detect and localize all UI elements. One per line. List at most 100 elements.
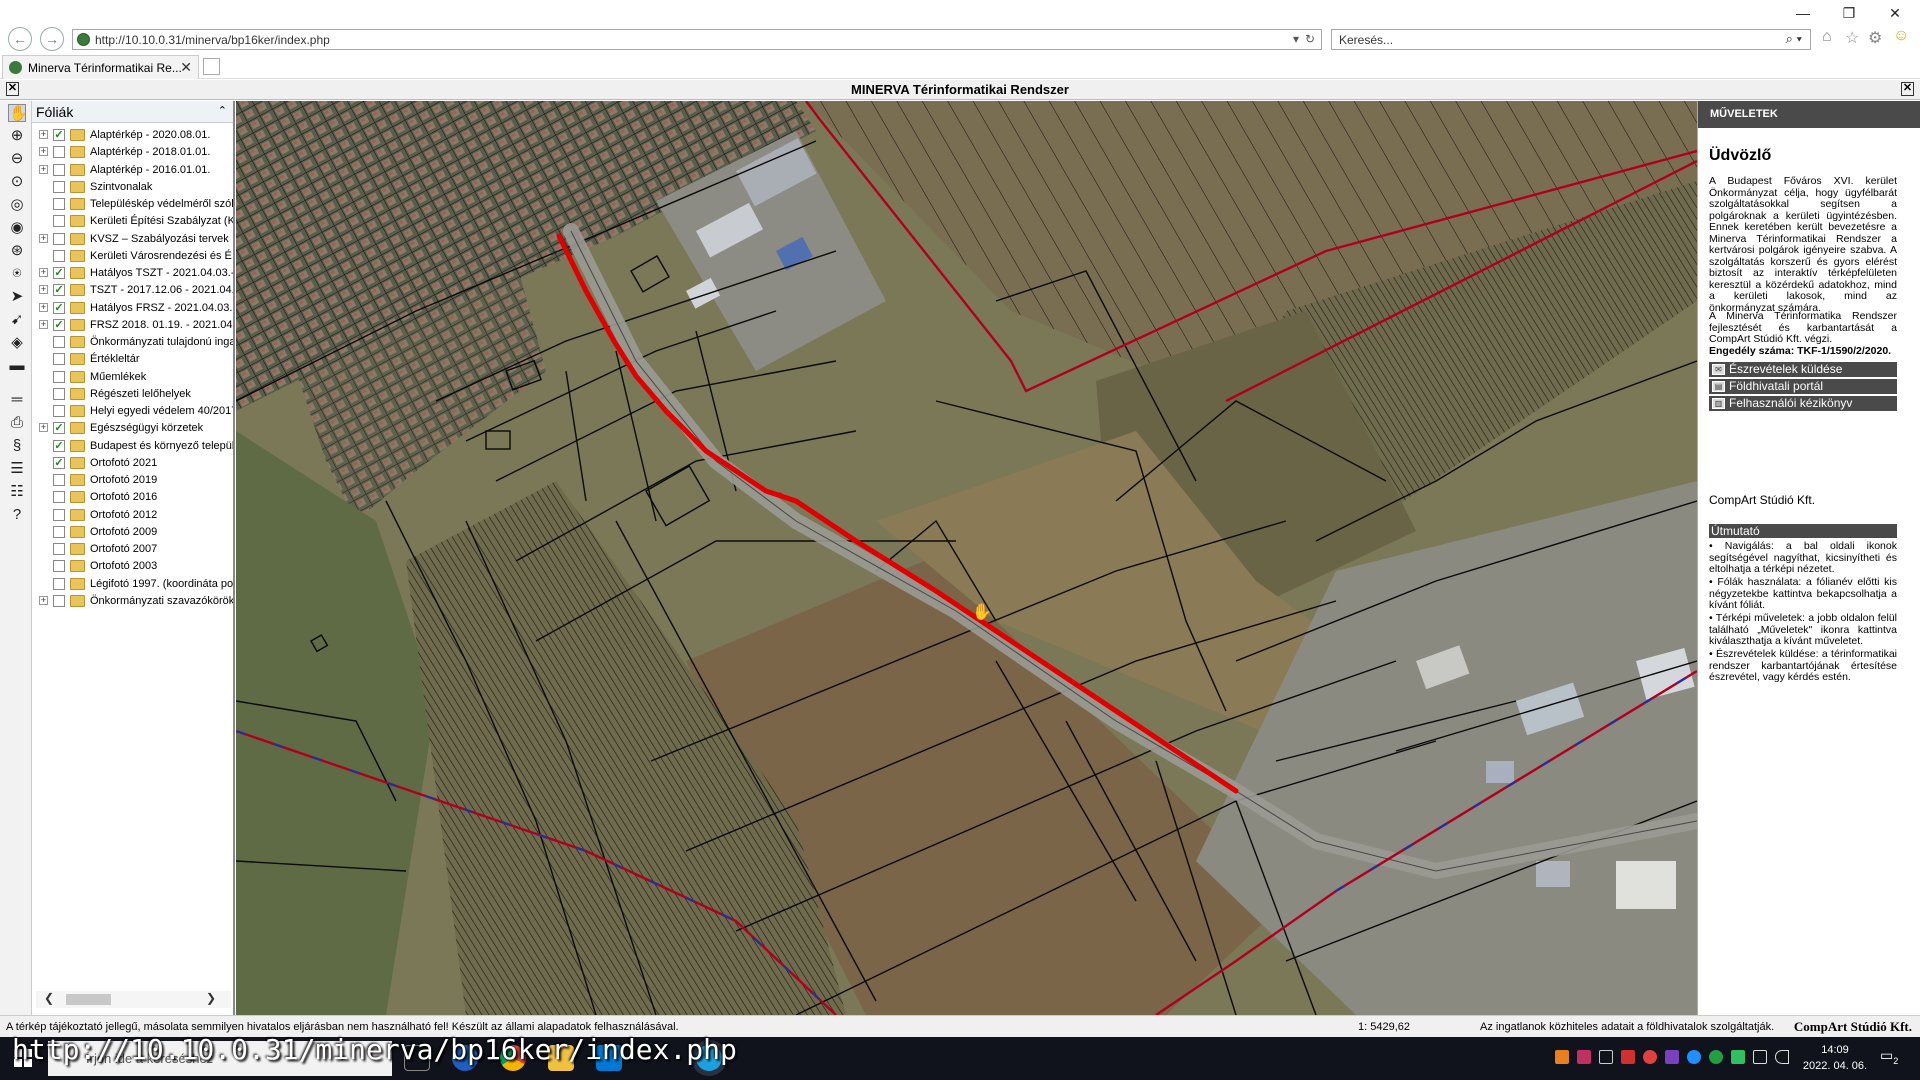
layer-checkbox[interactable] <box>53 146 65 159</box>
layer-checkbox[interactable]: ✓ <box>53 318 65 331</box>
map-canvas[interactable]: ✋ <box>236 101 1697 1015</box>
settings-gear-icon[interactable]: ⚙ <box>1868 28 1882 48</box>
notification-center-icon[interactable]: ▭2 <box>1880 1047 1898 1066</box>
favorites-star-icon[interactable]: ☆ <box>1845 28 1859 48</box>
tray-app-icon-3[interactable] <box>1621 1050 1635 1064</box>
restore-button[interactable]: ❐ <box>1826 0 1872 26</box>
deselect-arrow-icon[interactable]: ➹ <box>8 311 26 329</box>
send-feedback-button[interactable]: ✉ Észrevételek küldése <box>1709 362 1897 377</box>
collapse-panel-icon[interactable]: ⌃ <box>218 104 227 117</box>
refresh-icon[interactable]: ↻ <box>1305 32 1315 46</box>
layer-item[interactable]: Ortofotó 2016 <box>32 489 233 506</box>
layer-checkbox[interactable]: ✓ <box>53 422 65 435</box>
layer-checkbox[interactable]: ✓ <box>53 284 65 297</box>
layer-item[interactable]: + ✓ Alaptérkép - 2020.08.01. <box>32 127 233 144</box>
url-dropdown-icon[interactable]: ▾ <box>1293 32 1299 46</box>
layer-item[interactable]: Szintvonalak <box>32 179 233 196</box>
layer-item[interactable]: + Alaptérkép - 2016.01.01. <box>32 162 233 179</box>
layer-checkbox[interactable] <box>53 577 65 590</box>
home-icon[interactable]: ⌂ <box>1822 28 1832 46</box>
layer-item[interactable]: Régészeti lelőhelyek <box>32 386 233 403</box>
layer-item[interactable]: Ortofotó 2012 <box>32 507 233 524</box>
layer-item[interactable]: Önkormányzati tulajdonú inga <box>32 334 233 351</box>
layer-item[interactable]: + ✓ Egészségügyi körzetek <box>32 420 233 437</box>
scroll-left-icon[interactable]: ❮ <box>44 991 54 1005</box>
operations-header[interactable]: MŰVELETEK <box>1698 101 1920 128</box>
layer-item[interactable]: + ✓ Hatályos FRSZ - 2021.04.03. <box>32 300 233 317</box>
layer-checkbox[interactable] <box>53 163 65 176</box>
layer-item[interactable]: + Alaptérkép - 2018.01.01. <box>32 144 233 161</box>
taskbar-clock[interactable]: 14:09 2022. 04. 06. <box>1790 1042 1880 1074</box>
layer-checkbox[interactable] <box>53 232 65 245</box>
tray-security-icon[interactable] <box>1643 1050 1657 1064</box>
layer-item[interactable]: ✓ Ortofotó 2021 <box>32 455 233 472</box>
layer-checkbox[interactable] <box>53 198 65 210</box>
layer-item[interactable]: + KVSZ – Szabályozási tervek <box>32 231 233 248</box>
layer-checkbox[interactable] <box>53 353 65 366</box>
close-window-button[interactable]: ✕ <box>1872 0 1918 26</box>
zoom-window-icon[interactable]: ⊙ <box>8 173 26 191</box>
layer-list-scrollbar[interactable]: ❮ ❯ <box>36 991 231 1008</box>
expand-icon[interactable]: + <box>39 423 48 433</box>
print-icon[interactable]: ⎙ <box>8 414 26 432</box>
tray-network-icon[interactable] <box>1753 1050 1767 1064</box>
expand-icon[interactable]: + <box>39 319 48 329</box>
layer-item[interactable]: Kerületi Építési Szabályzat (K <box>32 213 233 230</box>
land-registry-portal-button[interactable]: ▤ Földhivatali portál <box>1709 379 1897 394</box>
layer-checkbox[interactable]: ✓ <box>53 267 65 279</box>
user-manual-button[interactable]: ▥ Felhasználói kézikönyv <box>1709 396 1897 411</box>
map-view[interactable]: ✋ <box>236 101 1697 1015</box>
search-icon[interactable]: ⌕ ▾ <box>1786 31 1802 47</box>
layer-checkbox[interactable] <box>53 491 65 504</box>
layer-checkbox[interactable] <box>53 560 65 573</box>
minimize-button[interactable]: — <box>1780 0 1826 26</box>
layer-item[interactable]: Ortofotó 2009 <box>32 524 233 541</box>
close-left-panel-icon[interactable]: ✕ <box>6 82 19 96</box>
identify-icon[interactable]: ◈ <box>8 334 26 352</box>
layer-item[interactable]: ✓ Budapest és környező települ <box>32 438 233 455</box>
help-icon[interactable]: ? <box>8 506 26 524</box>
expand-icon[interactable]: + <box>39 147 48 157</box>
zoom-in-icon[interactable]: ⊕ <box>8 127 26 145</box>
layer-item[interactable]: Ortofotó 2003 <box>32 558 233 575</box>
expand-icon[interactable]: + <box>39 595 48 605</box>
select-arrow-icon[interactable]: ➤ <box>8 288 26 306</box>
layer-checkbox[interactable] <box>53 249 65 262</box>
tray-app-icon-4[interactable] <box>1665 1050 1679 1064</box>
layer-checkbox[interactable] <box>53 474 65 486</box>
tray-volume-icon[interactable] <box>1775 1050 1789 1064</box>
layer-item[interactable]: + ✓ Hatályos TSZT - 2021.04.03.- <box>32 265 233 282</box>
layer-item[interactable]: Ortofotó 2019 <box>32 472 233 489</box>
layer-item[interactable]: Légifotó 1997. (koordináta po <box>32 576 233 593</box>
expand-icon[interactable]: + <box>39 164 48 174</box>
tab-close-icon[interactable]: ✕ <box>180 59 192 76</box>
zoom-next-icon[interactable]: ⊛ <box>8 242 26 260</box>
measure-icon[interactable]: ▬ <box>8 357 26 375</box>
layer-item[interactable]: + ✓ FRSZ 2018. 01.19. - 2021.04. <box>32 317 233 334</box>
zoom-selection-icon[interactable]: ⍟ <box>8 265 26 283</box>
list-icon[interactable]: ☰ <box>8 460 26 478</box>
layer-item[interactable]: Kerületi Városrendezési és É <box>32 248 233 265</box>
tray-app-icon-2[interactable] <box>1577 1050 1591 1064</box>
layer-item[interactable]: Településkép védelméről szól <box>32 196 233 213</box>
layer-checkbox[interactable] <box>53 543 65 555</box>
tray-usb-icon[interactable] <box>1599 1050 1613 1064</box>
layer-checkbox[interactable]: ✓ <box>53 439 65 452</box>
layer-item[interactable]: Műemlékek <box>32 369 233 386</box>
layer-checkbox[interactable] <box>53 508 65 521</box>
zoom-out-icon[interactable]: ⊖ <box>8 150 26 168</box>
zoom-extent-icon[interactable]: ◎ <box>8 196 26 214</box>
layer-checkbox[interactable] <box>53 525 65 538</box>
browser-tab[interactable]: Minerva Térinformatikai Re... ✕ <box>2 55 199 79</box>
layer-checkbox[interactable]: ✓ <box>53 456 65 469</box>
layer-item[interactable]: + ✓ TSZT - 2017.12.06 - 2021.04. <box>32 282 233 299</box>
layer-checkbox[interactable] <box>53 370 65 383</box>
pan-hand-icon[interactable]: ✋ <box>8 104 28 122</box>
feedback-smiley-icon[interactable]: ☺ <box>1893 27 1909 45</box>
layer-checkbox[interactable]: ✓ <box>53 129 65 141</box>
close-right-panel-icon[interactable]: ✕ <box>1901 82 1914 96</box>
expand-icon[interactable]: + <box>39 130 48 139</box>
scroll-right-icon[interactable]: ❯ <box>206 991 216 1005</box>
new-tab-button[interactable] <box>203 58 220 75</box>
expand-icon[interactable]: + <box>39 233 48 243</box>
